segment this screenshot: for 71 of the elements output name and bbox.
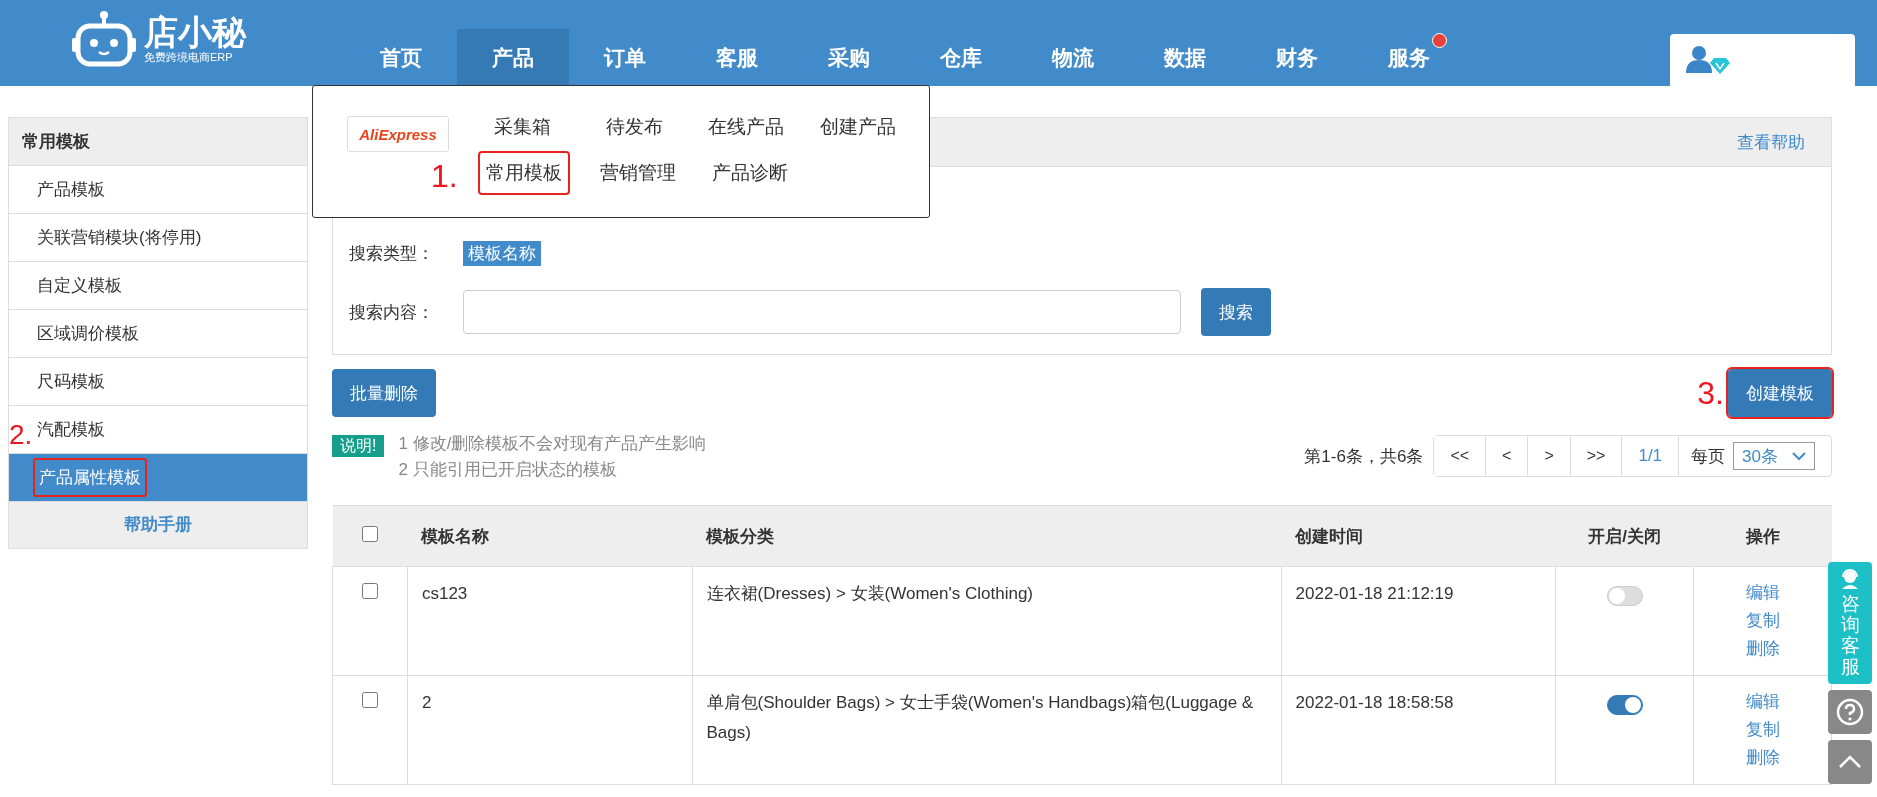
user-diamond-icon [1686, 45, 1730, 75]
consult-button[interactable]: 咨询客服 [1828, 562, 1872, 684]
robot-logo-icon [72, 10, 136, 68]
help-link[interactable]: 查看帮助 [1737, 130, 1805, 154]
action-link[interactable]: 编辑 [1708, 688, 1817, 716]
search-field[interactable] [463, 290, 1181, 334]
action-link[interactable]: 编辑 [1708, 579, 1817, 607]
column-header: 模板名称 [407, 505, 693, 567]
toggle-switch[interactable] [1606, 695, 1643, 715]
create-template-button[interactable]: 创建模板 [1728, 369, 1832, 417]
nav-tab[interactable]: 首页 [345, 29, 457, 86]
per-page-select[interactable]: 30条 [1733, 442, 1815, 470]
menu-item[interactable]: 营销管理 [594, 153, 682, 193]
nav-tab[interactable]: 财务 [1241, 29, 1353, 86]
action-link[interactable]: 删除 [1708, 635, 1817, 663]
logo-tagline: 免费跨境电商ERP [144, 49, 234, 65]
nav-tab[interactable]: 数据 [1129, 29, 1241, 86]
nav-tab[interactable]: 仓库 [905, 29, 1017, 86]
batch-delete-button[interactable]: 批量删除 [332, 369, 436, 417]
nav-tab[interactable]: 物流 [1017, 29, 1129, 86]
table-cell: 2022-01-18 21:12:19 [1281, 566, 1556, 676]
menu-item[interactable]: 在线产品 [702, 107, 790, 147]
toggle-switch[interactable] [1606, 586, 1643, 606]
nav-tab[interactable]: 订单 [569, 29, 681, 86]
nav-tab[interactable]: 服务 [1353, 29, 1465, 86]
current-page: 1/1 [1622, 436, 1680, 476]
per-page-label: 每页 [1690, 445, 1727, 468]
question-icon [1835, 696, 1865, 727]
help-button[interactable] [1828, 689, 1872, 734]
notice-badge: 说明! [332, 435, 385, 457]
menu-item[interactable]: 常用模板 [478, 151, 570, 195]
action-link[interactable]: 复制 [1708, 716, 1817, 744]
table-cell: 2022-01-18 18:58:58 [1281, 675, 1556, 785]
action-link[interactable]: 复制 [1708, 607, 1817, 635]
checkbox[interactable] [361, 525, 378, 542]
sidebar-item[interactable]: 产品属性模板 [9, 454, 307, 501]
column-header: 操作 [1693, 505, 1832, 567]
table-cell: cs123 [407, 566, 693, 676]
checkbox[interactable] [361, 692, 378, 708]
brand-logo[interactable]: AliExpress [347, 116, 449, 152]
notice-text: 2 只能引用已开启状态的模板 [398, 459, 618, 481]
menu-item[interactable]: 采集箱 [478, 107, 566, 147]
search-type-option[interactable]: 模板名称 [463, 241, 541, 266]
annotation-number: 3. [1697, 374, 1724, 412]
logo-name: 店小秘 [144, 13, 246, 50]
column-header: 创建时间 [1281, 505, 1556, 567]
table-cell: 单肩包(Shoulder Bags) > 女士手袋(Women's Handbags)箱包(Luggage & Bags) [692, 675, 1282, 785]
back-to-top-button[interactable] [1828, 739, 1872, 784]
checkbox[interactable] [361, 583, 378, 599]
table-cell: 2 [407, 675, 693, 785]
column-header: 开启/关闭 [1555, 505, 1694, 567]
nav-tab[interactable]: 客服 [681, 29, 793, 86]
nav-tab[interactable]: 采购 [793, 29, 905, 86]
page-button[interactable]: << [1434, 436, 1487, 476]
column-header: 模板分类 [692, 505, 1282, 567]
action-link[interactable]: 删除 [1708, 744, 1817, 772]
help-manual-link[interactable]: 帮助手册 [9, 502, 307, 548]
page-summary: 第1-6条，共6条 [1304, 445, 1424, 468]
table-cell: 连衣裙(Dresses) > 女装(Women's Clothing) [692, 566, 1282, 676]
chevron-down-icon [1792, 451, 1806, 461]
nav-tab[interactable]: 产品 [457, 29, 569, 86]
field-label: 搜索类型： [349, 243, 435, 265]
sidebar-title: 常用模板 [9, 118, 307, 166]
highlight-frame: 产品属性模板 [33, 458, 147, 497]
notice-text: 1 修改/删除模板不会对现有产品产生影响 [398, 433, 707, 455]
headset-icon [1839, 568, 1861, 590]
field-label: 搜索内容： [349, 301, 435, 324]
search-button[interactable]: 搜索 [1201, 288, 1271, 336]
menu-item[interactable]: 产品诊断 [706, 153, 794, 193]
menu-item[interactable]: 创建产品 [814, 107, 902, 147]
menu-item[interactable]: 待发布 [590, 107, 678, 147]
